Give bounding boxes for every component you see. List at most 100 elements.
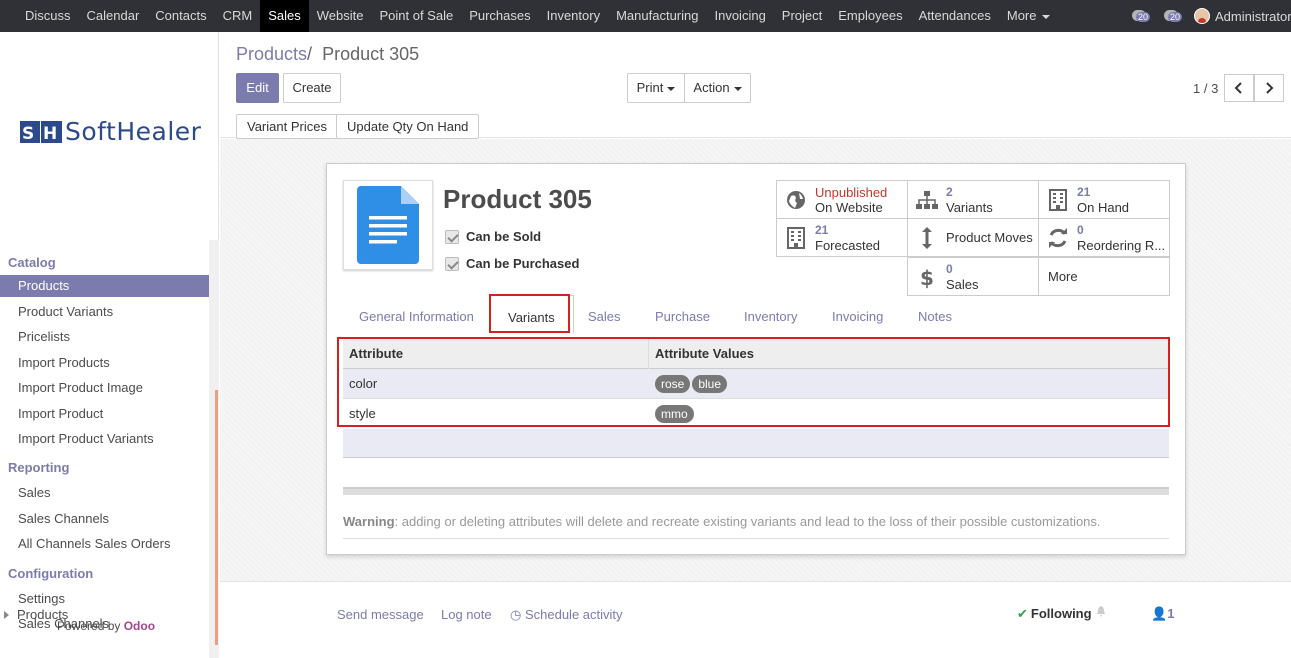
caret-down-icon [733, 86, 742, 91]
logo-text: SoftHealer [65, 117, 202, 146]
followers-button[interactable]: 👤1 [1151, 606, 1174, 622]
document-icon [357, 186, 419, 264]
menu-calendar[interactable]: Calendar [79, 0, 148, 32]
menu-sales[interactable]: Sales [260, 0, 309, 32]
forecasted-label: Forecasted [815, 238, 881, 253]
pager-value[interactable]: 1 / 3 [1193, 81, 1218, 96]
breadcrumb-separator: / [307, 44, 313, 64]
reordering-label: Reordering R... [1077, 238, 1166, 253]
sidebar-item-reporting-sales[interactable]: Sales [0, 480, 209, 505]
message-count: 20 [1168, 12, 1183, 22]
on-hand-count: 21 [1077, 185, 1091, 199]
sidebar-item-reporting-sales-channels[interactable]: Sales Channels [0, 506, 209, 531]
sidebar-item-product-variants[interactable]: Product Variants [0, 299, 209, 324]
sales-button[interactable]: $ 0 Sales [907, 257, 1039, 296]
more-button[interactable]: More [1038, 257, 1170, 296]
sidebar-item-import-products[interactable]: Import Products [0, 350, 209, 375]
pager-next-button[interactable] [1254, 74, 1284, 102]
tab-inventory[interactable]: Inventory [744, 295, 797, 333]
sidebar-section-reporting: Reporting [8, 460, 70, 476]
tab-invoicing[interactable]: Invoicing [832, 295, 883, 333]
menu-contacts[interactable]: Contacts [147, 0, 214, 32]
breadcrumb-products[interactable]: Products [236, 44, 307, 64]
clock-icon: ◷ [510, 607, 522, 622]
user-icon: 👤 [1151, 606, 1168, 621]
sidebar-item-all-channels-sales-orders[interactable]: All Channels Sales Orders [0, 531, 209, 556]
product-name[interactable]: Product 305 [443, 184, 592, 215]
website-publish-button[interactable]: Unpublished On Website [776, 180, 908, 219]
log-note-button[interactable]: Log note [441, 607, 492, 622]
notebook-tabs: General Information Variants Sales Purch… [343, 295, 1171, 335]
form-sheet: Product 305 Can be Sold Can be Purchased… [326, 163, 1186, 555]
sidebar: S H SoftHealer Catalog Products Product … [0, 32, 219, 658]
variant-warning: Warning: adding or deleting attributes w… [343, 514, 1101, 529]
table-footer [343, 487, 1169, 495]
app-menu: Discuss Calendar Contacts CRM Sales Webs… [0, 0, 1058, 32]
refresh-icon [1047, 227, 1069, 249]
menu-discuss[interactable]: Discuss [17, 0, 79, 32]
on-hand-button[interactable]: 21 On Hand [1038, 180, 1170, 219]
arrows-vertical-icon [916, 226, 938, 249]
on-hand-label: On Hand [1077, 200, 1130, 215]
caret-right-icon [4, 611, 9, 619]
user-menu[interactable]: Administrator [1194, 8, 1291, 24]
tab-notes[interactable]: Notes [918, 295, 952, 333]
sidebar-item-pricelists[interactable]: Pricelists [0, 324, 209, 349]
checkbox-checked-icon [445, 256, 459, 271]
action-label: Action [693, 80, 730, 95]
sales-label: Sales [946, 277, 979, 292]
add-line-row[interactable] [343, 429, 1169, 458]
can-be-purchased-checkbox[interactable]: Can be Purchased [445, 256, 579, 271]
menu-project[interactable]: Project [774, 0, 830, 32]
menu-more[interactable]: More [999, 0, 1059, 32]
odoo-link[interactable]: Odoo [124, 619, 155, 633]
menu-employees[interactable]: Employees [830, 0, 910, 32]
tab-purchase[interactable]: Purchase [655, 295, 710, 333]
bell-icon[interactable] [1096, 606, 1106, 617]
sidebar-item-import-product-image[interactable]: Import Product Image [0, 375, 209, 400]
update-qty-on-hand-button[interactable]: Update Qty On Hand [336, 114, 480, 139]
tab-general-information[interactable]: General Information [359, 295, 474, 333]
forecasted-button[interactable]: 21 Forecasted [776, 218, 908, 257]
company-logo: S H SoftHealer [20, 117, 201, 146]
can-be-sold-checkbox[interactable]: Can be Sold [445, 229, 541, 244]
menu-attendances[interactable]: Attendances [911, 0, 999, 32]
menu-point-of-sale[interactable]: Point of Sale [371, 0, 461, 32]
pager-previous-button[interactable] [1224, 74, 1254, 102]
schedule-activity-button[interactable]: ◷ Schedule activity [510, 607, 623, 623]
product-image[interactable] [343, 180, 433, 270]
menu-inventory[interactable]: Inventory [539, 0, 608, 32]
menu-manufacturing[interactable]: Manufacturing [608, 0, 706, 32]
sidebar-item-products[interactable]: Products [0, 275, 209, 297]
variant-prices-button[interactable]: Variant Prices [236, 114, 338, 139]
sidebar-item-import-product-variants[interactable]: Import Product Variants [0, 426, 209, 451]
unpublished-label: Unpublished [815, 184, 888, 200]
sidebar-scrollbar-thumb[interactable] [215, 390, 218, 645]
sidebar-scrollbar[interactable] [209, 240, 219, 658]
following-button[interactable]: ✔ Following [1017, 606, 1092, 622]
menu-website[interactable]: Website [309, 0, 372, 32]
activity-icon[interactable]: 20 [1130, 8, 1152, 24]
print-dropdown[interactable]: Print [627, 73, 685, 103]
sidebar-section-configuration: Configuration [8, 565, 94, 581]
on-website-label: On Website [815, 199, 883, 215]
send-message-button[interactable]: Send message [337, 607, 424, 622]
create-button[interactable]: Create [283, 73, 341, 103]
sidebar-section-catalog: Catalog [8, 255, 56, 270]
menu-crm[interactable]: CRM [215, 0, 261, 32]
sidebar-item-import-product[interactable]: Import Product [0, 401, 209, 426]
variants-label: Variants [946, 200, 993, 215]
sitemap-icon [916, 189, 938, 211]
variants-button[interactable]: 2 Variants [907, 180, 1039, 219]
warning-label: Warning [343, 514, 395, 529]
chat-icon[interactable]: 20 [1162, 8, 1184, 24]
tab-sales[interactable]: Sales [588, 295, 621, 333]
product-moves-button[interactable]: Product Moves [907, 218, 1039, 257]
reordering-rules-button[interactable]: 0 Reordering R... [1038, 218, 1170, 257]
menu-invoicing[interactable]: Invoicing [706, 0, 773, 32]
more-label: More [1048, 269, 1078, 284]
edit-button[interactable]: Edit [236, 73, 279, 103]
action-dropdown[interactable]: Action [684, 73, 751, 103]
breadcrumb-current: Product 305 [322, 44, 420, 64]
menu-purchases[interactable]: Purchases [461, 0, 538, 32]
